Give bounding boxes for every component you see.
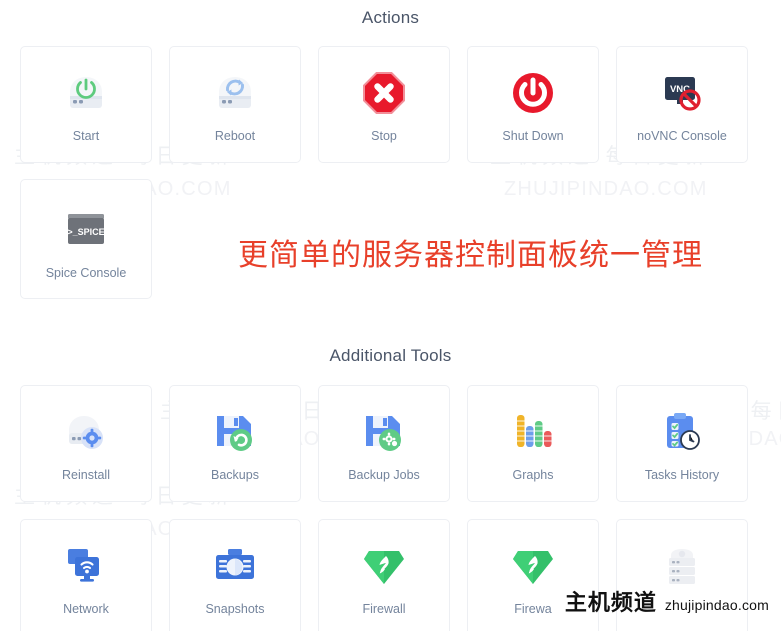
- server-refresh-blue-icon: [207, 65, 263, 121]
- floppy-restore-icon: [207, 404, 263, 460]
- clipboard-clock-icon: [654, 404, 710, 460]
- tool-card-reinstall[interactable]: Reinstall: [20, 385, 152, 502]
- vnc-monitor-blocked-icon: VNC: [654, 65, 710, 121]
- vps-control-panel-page: 主机频道 每日更新 ZHUJIPINDAO.COM 主机频道 每日更新 ZHUJ…: [0, 0, 781, 631]
- brand-logo-en: zhujipindao.com: [664, 597, 769, 613]
- brand-logo-cn: 主机频道: [564, 591, 657, 616]
- spice-terminal-icon: >_SPICE: [58, 202, 114, 258]
- shield-flame-green-icon: [356, 538, 412, 594]
- card-label: Tasks History: [644, 468, 720, 482]
- card-label: Reinstall: [62, 468, 110, 482]
- server-power-green-icon: [58, 65, 114, 121]
- action-card-shut-down[interactable]: Shut Down: [467, 46, 599, 163]
- card-label: Backups: [211, 468, 259, 482]
- power-circle-red-icon: [505, 65, 561, 121]
- brand-logo: 主机频道 zhujipindao.com: [565, 585, 769, 617]
- tool-card-graphs[interactable]: Graphs: [467, 385, 599, 502]
- camera-icon: [207, 538, 263, 594]
- action-card-spice-console[interactable]: >_SPICE Spice Console: [20, 179, 152, 299]
- tool-card-snapshots[interactable]: Snapshots: [169, 519, 301, 631]
- card-label: noVNC Console: [637, 129, 727, 143]
- bar-chart-colored-icon: [505, 404, 561, 460]
- card-label: Network: [63, 602, 109, 616]
- card-label: Spice Console: [45, 266, 127, 280]
- card-label: Snapshots: [205, 602, 265, 616]
- tool-card-backups[interactable]: Backups: [169, 385, 301, 502]
- floppy-gear-icon: [356, 404, 412, 460]
- server-gear-icon: [58, 404, 114, 460]
- actions-section-title: Actions: [361, 8, 420, 27]
- card-label: Firewall: [362, 602, 406, 616]
- monitors-wifi-icon: [58, 538, 114, 594]
- tool-card-tasks-history[interactable]: Tasks History: [616, 385, 748, 502]
- tool-card-network[interactable]: Network: [20, 519, 152, 631]
- action-card-start[interactable]: Start: [20, 46, 152, 163]
- card-label: Stop: [371, 129, 397, 143]
- svg-text:>_SPICE: >_SPICE: [67, 227, 104, 237]
- additional-tools-section-title: Additional Tools: [329, 346, 452, 365]
- card-label: Reboot: [214, 129, 256, 143]
- card-label: Shut Down: [502, 129, 564, 143]
- octagon-x-red-icon: [356, 65, 412, 121]
- action-card-stop[interactable]: Stop: [318, 46, 450, 163]
- actions-card-grid: Start Reboot Stop Shut Down VNC noVNC Co…: [0, 46, 781, 163]
- shield-flame-green-icon: [505, 538, 561, 594]
- card-label: Backup Jobs: [348, 468, 420, 482]
- tool-card-firewall[interactable]: Firewall: [318, 519, 450, 631]
- promo-text: 更简单的服务器控制面板统一管理: [238, 238, 703, 273]
- svg-text:VNC: VNC: [670, 84, 690, 95]
- action-card-reboot[interactable]: Reboot: [169, 46, 301, 163]
- action-card-novnc-console[interactable]: VNC noVNC Console: [616, 46, 748, 163]
- card-label: Graphs: [512, 468, 554, 482]
- tool-card-backup-jobs[interactable]: Backup Jobs: [318, 385, 450, 502]
- card-label: Start: [72, 129, 100, 143]
